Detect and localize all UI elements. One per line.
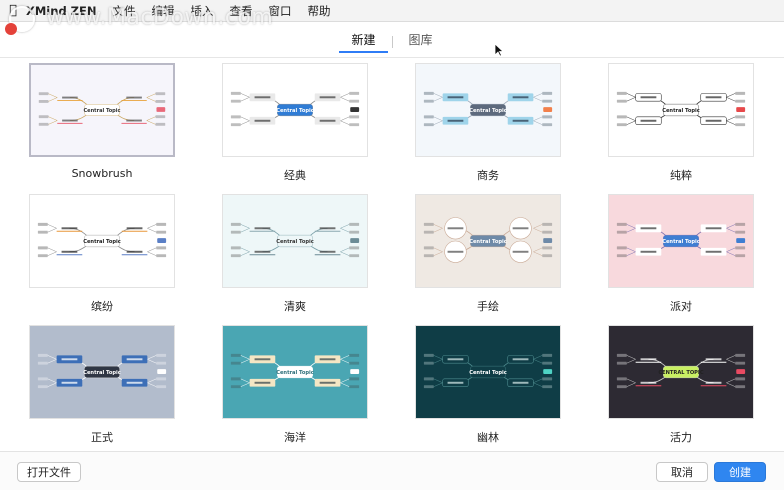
mindmap-preview-icon: Central Topic [416,195,560,287]
mindmap-preview-icon: Central Topic [416,64,560,156]
mindmap-preview-icon: Central Topic [223,326,367,418]
theme-card[interactable]: Central Topic 海洋 [222,325,368,444]
theme-card[interactable]: Central Topic Snowbrush [29,63,175,181]
central-topic-label: Central Topic [469,239,507,245]
theme-name-label: 纯粹 [670,169,692,182]
theme-name-label: 幽林 [477,431,499,444]
menu-view[interactable]: 查看 [230,3,253,19]
central-topic-label: Central Topic [83,108,120,114]
footer-bar: 打开文件 取消 创建 [0,451,784,490]
central-topic-label: Central Topic [469,370,507,376]
theme-name-label: 正式 [91,431,113,444]
theme-thumbnail[interactable]: Central Topic [222,325,368,419]
central-topic-label: Central Topic [276,370,314,376]
template-chooser-window:  XMind ZEN 文件 编辑 插入 查看 窗口 帮助 www.MacDow… [0,0,784,490]
theme-card[interactable]: Central Topic 幽林 [415,325,561,444]
theme-name-label: 商务 [477,169,499,182]
theme-card[interactable]: CENTRAL TOPIC 活力 [608,325,754,444]
theme-card[interactable]: Central Topic 清爽 [222,194,368,313]
theme-name-label: Snowbrush [71,167,133,180]
central-topic-label: Central Topic [662,239,700,245]
theme-card[interactable]: Central Topic 派对 [608,194,754,313]
central-topic-label: CENTRAL TOPIC [658,370,703,376]
mindmap-preview-icon: Central Topic [223,195,367,287]
app-name-menu[interactable]: XMind ZEN [26,4,97,18]
central-topic-label: Central Topic [276,239,314,245]
theme-thumbnail[interactable]: Central Topic [415,63,561,157]
header-divider [0,57,784,58]
theme-thumbnail[interactable]: Central Topic [29,194,175,288]
theme-thumbnail[interactable]: Central Topic [29,63,175,157]
theme-name-label: 经典 [284,169,306,182]
mindmap-preview-icon: Central Topic [609,195,753,287]
central-topic-label: Central Topic [469,108,507,114]
theme-card[interactable]: Central Topic 经典 [222,63,368,182]
central-topic-label: Central Topic [662,108,700,114]
mindmap-preview-icon: Central Topic [30,326,174,418]
theme-name-label: 缤纷 [91,300,113,313]
mindmap-preview-icon: CENTRAL TOPIC [609,326,753,418]
theme-thumbnail[interactable]: Central Topic [415,194,561,288]
theme-card[interactable]: Central Topic 商务 [415,63,561,182]
theme-thumbnail[interactable]: Central Topic [415,325,561,419]
theme-thumbnail[interactable]: CENTRAL TOPIC [608,325,754,419]
central-topic-label: Central Topic [83,239,121,245]
theme-thumbnail[interactable]: Central Topic [608,194,754,288]
mindmap-preview-icon: Central Topic [31,65,173,155]
theme-card[interactable]: Central Topic 缤纷 [29,194,175,313]
theme-card[interactable]: Central Topic 手绘 [415,194,561,313]
menu-bar:  XMind ZEN 文件 编辑 插入 查看 窗口 帮助 [0,0,784,22]
menu-edit[interactable]: 编辑 [152,3,175,19]
mindmap-preview-icon: Central Topic [609,64,753,156]
theme-name-label: 派对 [670,300,692,313]
mindmap-preview-icon: Central Topic [30,195,174,287]
theme-thumbnail[interactable]: Central Topic [608,63,754,157]
theme-thumbnail[interactable]: Central Topic [29,325,175,419]
menu-help[interactable]: 帮助 [308,3,331,19]
theme-thumbnail[interactable]: Central Topic [222,194,368,288]
theme-thumbnail[interactable]: Central Topic [222,63,368,157]
create-button[interactable]: 创建 [714,462,766,482]
theme-name-label: 手绘 [477,300,499,313]
mindmap-preview-icon: Central Topic [223,64,367,156]
menu-insert[interactable]: 插入 [191,3,214,19]
cancel-button[interactable]: 取消 [656,462,708,482]
mouse-cursor-icon [494,43,504,57]
theme-name-label: 海洋 [284,431,306,444]
theme-card[interactable]: Central Topic 纯粹 [608,63,754,182]
open-file-button[interactable]: 打开文件 [17,462,81,482]
tab-divider [391,36,393,48]
theme-name-label: 清爽 [284,300,306,313]
menu-window[interactable]: 窗口 [269,3,292,19]
theme-name-label: 活力 [670,431,692,444]
menu-file[interactable]: 文件 [113,3,136,19]
tab-library[interactable]: 图库 [397,31,445,53]
tab-new[interactable]: 新建 [339,31,388,53]
theme-card[interactable]: Central Topic 正式 [29,325,175,444]
central-topic-label: Central Topic [276,108,314,114]
central-topic-label: Central Topic [83,370,121,376]
tab-bar: 新建 图库 [0,30,784,54]
mindmap-preview-icon: Central Topic [416,326,560,418]
theme-grid: Central Topic Snowbrush Central Topic 经典 Cen… [0,63,784,449]
